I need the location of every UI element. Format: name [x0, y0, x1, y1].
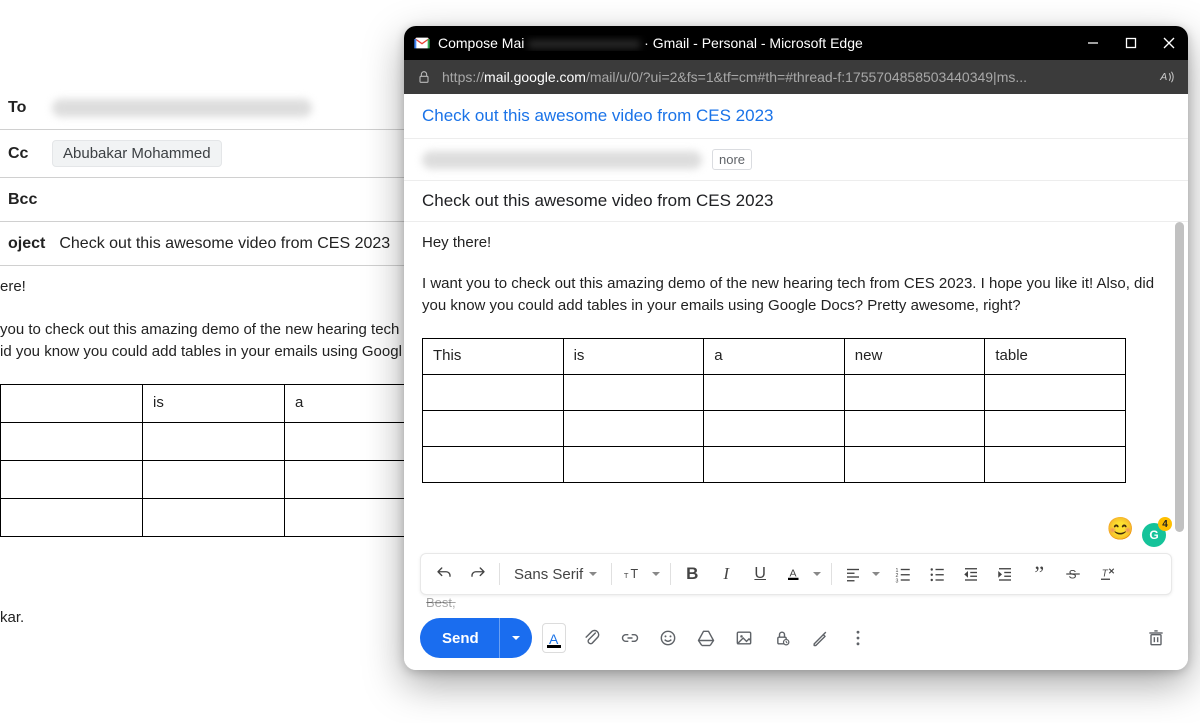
body-paragraph: I want you to check out this amazing dem…	[422, 273, 1170, 318]
address-bar[interactable]: https://mail.google.com/mail/u/0/?ui=2&f…	[404, 60, 1188, 94]
align-button[interactable]	[838, 559, 868, 589]
maximize-button[interactable]	[1122, 34, 1140, 52]
text-color-button[interactable]: A	[779, 559, 809, 589]
subject-field[interactable]: Check out this awesome video from CES 20…	[404, 181, 1188, 222]
compose-popup-window: Compose Mai xxxxxxxxxxxxxxxx · Gmail - P…	[404, 26, 1188, 670]
insert-link-button[interactable]	[614, 622, 646, 654]
send-button[interactable]: Send	[420, 618, 499, 658]
send-split-button: Send	[420, 618, 532, 658]
undo-button[interactable]	[429, 559, 459, 589]
compose-header-link[interactable]: Check out this awesome video from CES 20…	[404, 94, 1188, 139]
window-titlebar[interactable]: Compose Mai xxxxxxxxxxxxxxxx · Gmail - P…	[404, 26, 1188, 60]
closing-line: kar.	[0, 607, 404, 630]
underline-button[interactable]: U	[745, 559, 775, 589]
compose-action-bar: Send A	[404, 616, 1188, 670]
background-table[interactable]: is a new	[0, 384, 404, 537]
body-line: id you know you could add tables in your…	[0, 341, 404, 364]
email-body[interactable]: Hey there! I want you to check out this …	[404, 222, 1188, 549]
greeting-line: Hey there!	[422, 232, 1170, 255]
url-text[interactable]: https://mail.google.com/mail/u/0/?ui=2&f…	[442, 69, 1148, 85]
table-cell[interactable]	[1, 384, 143, 422]
window-title: Compose Mai xxxxxxxxxxxxxxxx · Gmail - P…	[438, 35, 1084, 51]
svg-text:A: A	[1159, 71, 1167, 83]
table-cell[interactable]: new	[844, 338, 985, 374]
to-recipient-blurred	[52, 99, 312, 117]
bulleted-list-button[interactable]	[922, 559, 952, 589]
chevron-down-icon	[813, 572, 821, 576]
lock-icon	[416, 69, 432, 85]
close-button[interactable]	[1160, 34, 1178, 52]
redo-button[interactable]	[463, 559, 493, 589]
insert-emoji-button[interactable]	[652, 622, 684, 654]
scrollbar-thumb[interactable]	[1175, 222, 1184, 532]
cc-label: Cc	[8, 145, 52, 163]
more-options-button[interactable]	[842, 622, 874, 654]
signature-line: Best,	[404, 595, 1188, 616]
svg-text:T: T	[1102, 568, 1109, 579]
discard-draft-button[interactable]	[1140, 622, 1172, 654]
subject-value[interactable]: Check out this awesome video from CES 20…	[59, 235, 390, 253]
numbered-list-button[interactable]: 123	[888, 559, 918, 589]
bcc-label: Bcc	[8, 191, 52, 209]
indent-more-button[interactable]	[990, 559, 1020, 589]
table-cell[interactable]: This	[423, 338, 564, 374]
insert-drive-button[interactable]	[690, 622, 722, 654]
table-cell[interactable]: a	[285, 384, 405, 422]
chevron-down-icon	[652, 572, 660, 576]
italic-button[interactable]: I	[711, 559, 741, 589]
chevron-down-icon	[589, 572, 597, 576]
table-cell[interactable]: a	[704, 338, 845, 374]
strikethrough-button[interactable]: S	[1058, 559, 1088, 589]
svg-text:T: T	[631, 567, 639, 581]
read-aloud-icon[interactable]: A	[1158, 68, 1176, 86]
grammarly-icon[interactable]: G4	[1142, 523, 1166, 547]
emoji-face-icon[interactable]: 😊	[1107, 512, 1134, 545]
font-family-dropdown[interactable]: Sans Serif	[506, 559, 605, 589]
email-table[interactable]: This is a new table	[422, 338, 1126, 483]
to-row[interactable]: nore	[404, 139, 1188, 181]
remove-formatting-button[interactable]: T	[1092, 559, 1122, 589]
indent-less-button[interactable]	[956, 559, 986, 589]
compose-area: Check out this awesome video from CES 20…	[404, 94, 1188, 670]
table-cell[interactable]: is	[563, 338, 704, 374]
cc-chip[interactable]: Abubakar Mohammed	[52, 140, 222, 167]
gmail-favicon-icon	[414, 35, 430, 51]
chevron-down-icon	[872, 572, 880, 576]
svg-text:A: A	[790, 567, 797, 579]
to-label: To	[8, 99, 52, 117]
insert-photo-button[interactable]	[728, 622, 760, 654]
attach-file-button[interactable]	[576, 622, 608, 654]
font-size-dropdown[interactable]: TT	[618, 559, 648, 589]
formatting-toolbar: Sans Serif TT B I U A 123 ” S T	[420, 553, 1172, 595]
formatting-options-button[interactable]: A	[538, 622, 570, 654]
confidential-mode-button[interactable]	[766, 622, 798, 654]
to-recipient-blurred	[422, 151, 702, 169]
background-compose-form: To Cc Abubakar Mohammed Bcc oject Check …	[0, 86, 404, 629]
send-options-dropdown[interactable]	[499, 618, 532, 658]
table-cell[interactable]: table	[985, 338, 1126, 374]
minimize-button[interactable]	[1084, 34, 1102, 52]
svg-text:3: 3	[896, 578, 899, 583]
bold-button[interactable]: B	[677, 559, 707, 589]
quote-button[interactable]: ”	[1024, 559, 1054, 589]
svg-text:T: T	[624, 571, 629, 580]
subject-label: oject	[8, 235, 45, 253]
more-recipients-badge[interactable]: nore	[712, 149, 752, 170]
insert-signature-button[interactable]	[804, 622, 836, 654]
body-line: ere!	[0, 276, 404, 299]
table-cell[interactable]: is	[143, 384, 285, 422]
body-line: you to check out this amazing demo of th…	[0, 319, 404, 342]
background-body[interactable]: ere! you to check out this amazing demo …	[0, 266, 404, 629]
